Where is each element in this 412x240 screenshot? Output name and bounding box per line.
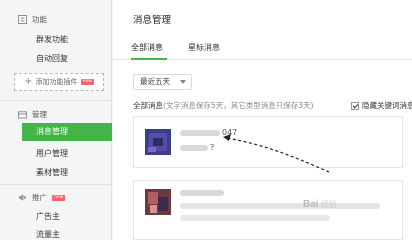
message-item[interactable] xyxy=(133,180,403,240)
summary-note: (文字消息保存5天，其它类型消息只保存3天) xyxy=(163,101,314,110)
manage-section-title: 管理 xyxy=(32,110,47,119)
sidebar-divider xyxy=(0,100,112,101)
blurred-text xyxy=(180,215,330,221)
promote-section-header: 推广 new xyxy=(18,192,66,203)
manage-icon xyxy=(18,110,27,119)
sidebar-divider xyxy=(0,184,112,185)
watermark-sub: 经验 xyxy=(320,200,337,209)
function-section-title: 功能 xyxy=(32,15,47,24)
blurred-text xyxy=(180,145,208,151)
sidebar-item-material-management[interactable]: 素材管理 xyxy=(36,167,68,178)
message-text: ? xyxy=(210,143,215,152)
summary-label: 全部消息 xyxy=(133,101,163,110)
active-tab-indicator xyxy=(131,58,167,60)
promote-section-title: 推广 xyxy=(32,193,47,202)
watermark-text: Bai xyxy=(303,199,319,210)
tab-bar: 全部消息 星标消息 xyxy=(113,36,412,60)
tab-starred-messages[interactable]: 星标消息 xyxy=(188,42,220,53)
sidebar-item-traffic-owner[interactable]: 流量主 xyxy=(36,229,60,240)
message-summary: 全部消息(文字消息保存5天，其它类型消息只保存3天) xyxy=(133,100,313,111)
page-title: 消息管理 xyxy=(133,15,172,26)
tab-all-messages[interactable]: 全部消息 xyxy=(131,42,163,53)
avatar xyxy=(145,189,171,215)
add-plugin-label: 添加功能插件 xyxy=(35,78,78,86)
manage-section-header: 管理 xyxy=(18,109,47,120)
watermark: Bai 经验 xyxy=(303,199,337,210)
date-range-value: 最近五天 xyxy=(140,77,170,86)
sidebar: 功能 群发功能 自动回复 + 添加功能插件 new 管理 消息管理 用户管理 素… xyxy=(0,0,112,240)
avatar xyxy=(145,129,171,155)
plus-icon: + xyxy=(24,76,33,87)
megaphone-icon xyxy=(18,193,27,202)
sidebar-item-mass-send[interactable]: 群发功能 xyxy=(36,34,68,45)
main-panel: 消息管理 全部消息 星标消息 最近五天 全部消息(文字消息保存5天，其它类型消息… xyxy=(113,0,412,240)
function-section-header: 功能 xyxy=(18,14,47,25)
sidebar-item-advertiser[interactable]: 广告主 xyxy=(36,211,60,222)
hide-keyword-toggle[interactable]: 隐藏关键词消息 xyxy=(351,100,412,111)
blurred-sender xyxy=(180,130,220,136)
blurred-text xyxy=(180,203,380,209)
annotation-arrow xyxy=(223,134,330,173)
chevron-down-icon xyxy=(180,80,186,84)
hide-keyword-label: 隐藏关键词消息 xyxy=(362,101,412,110)
date-range-select[interactable]: 最近五天 xyxy=(133,74,192,90)
sidebar-item-user-management[interactable]: 用户管理 xyxy=(36,148,68,159)
add-plugin-button[interactable]: + 添加功能插件 new xyxy=(14,73,104,91)
hide-keyword-checkbox[interactable] xyxy=(351,101,359,110)
new-badge: new xyxy=(52,194,66,201)
blurred-sender xyxy=(180,190,224,196)
function-icon xyxy=(18,15,27,24)
sidebar-item-message-management[interactable]: 消息管理 xyxy=(22,123,112,141)
sidebar-item-auto-reply[interactable]: 自动回复 xyxy=(36,53,68,64)
new-badge: new xyxy=(80,79,94,85)
